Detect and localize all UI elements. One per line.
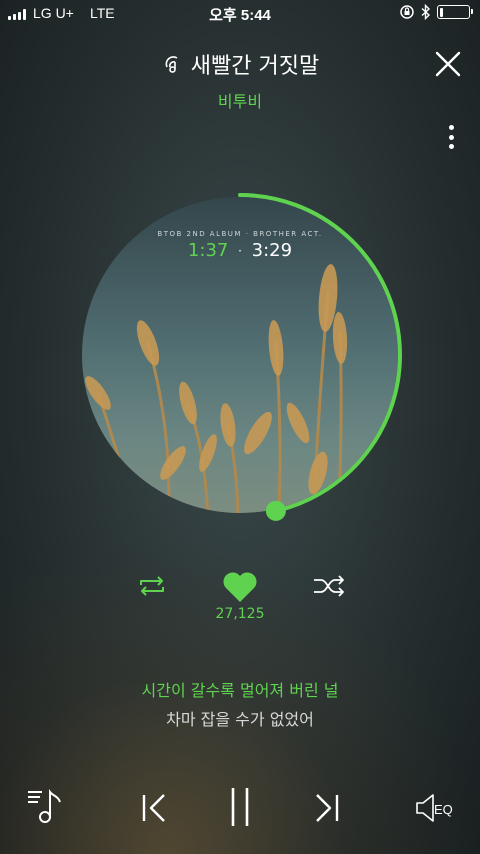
speaker-icon <box>416 794 434 822</box>
previous-button[interactable] <box>141 792 167 824</box>
eq-label: EQ <box>434 802 453 817</box>
time-separator: · <box>238 244 242 258</box>
next-button[interactable] <box>314 792 340 824</box>
pause-button[interactable] <box>228 786 252 828</box>
status-icons <box>399 4 473 20</box>
artist-name[interactable]: 비투비 <box>0 88 480 112</box>
previous-icon <box>142 794 165 822</box>
shuffle-button[interactable] <box>312 574 346 598</box>
orientation-lock-icon <box>400 5 414 19</box>
music-stream-icon <box>165 56 178 73</box>
lyric-next-line[interactable]: 차마 잡을 수가 없었어 <box>0 706 480 730</box>
progress-knob[interactable] <box>265 500 286 521</box>
status-bar: LG U+ LTE 오후 5:44 <box>0 0 480 28</box>
playlist-icon <box>28 789 61 823</box>
album-caption: BTOB 2ND ALBUM · BROTHER ACT. <box>157 230 323 238</box>
album-player: BTOB 2ND ALBUM · BROTHER ACT. 1:37 · 3:2… <box>78 193 402 521</box>
lyric-current-line[interactable]: 시간이 갈수록 멀어져 버린 널 <box>0 677 480 701</box>
like-button[interactable] <box>222 571 258 603</box>
playback-time: 1:37 · 3:29 <box>78 240 402 261</box>
equalizer-button[interactable]: EQ <box>414 792 462 824</box>
more-dot-icon <box>448 125 454 130</box>
more-dot-icon <box>448 134 454 140</box>
pause-icon <box>231 788 249 826</box>
repeat-button[interactable] <box>136 574 168 598</box>
more-options-button[interactable] <box>444 123 458 151</box>
total-time: 3:29 <box>251 240 293 261</box>
next-icon <box>316 794 339 822</box>
playlist-button[interactable] <box>26 788 66 824</box>
heart-icon <box>223 572 257 602</box>
battery-icon <box>437 5 473 19</box>
bluetooth-icon <box>421 4 431 20</box>
current-time: 1:37 <box>187 240 229 261</box>
song-title: 새빨간 거짓말 <box>190 54 320 79</box>
now-playing-header: 새빨간 거짓말 <box>0 48 480 80</box>
more-dot-icon <box>448 144 454 149</box>
like-count: 27,125 <box>215 606 265 622</box>
close-button[interactable] <box>434 50 462 78</box>
